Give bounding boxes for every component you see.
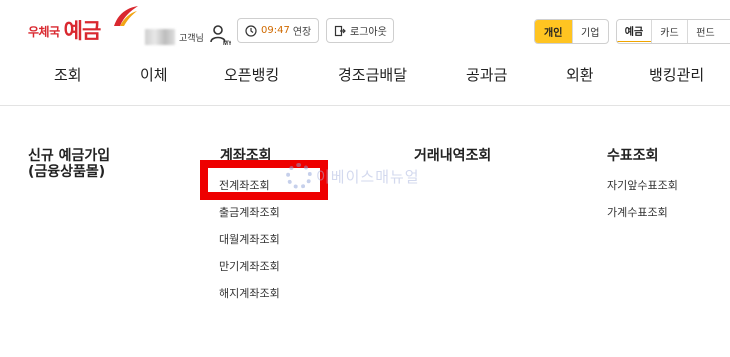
extend-label: 연장	[292, 27, 312, 38]
leaf-swoosh-icon	[114, 6, 138, 26]
brand-logo[interactable]: 우체국 예금	[28, 6, 138, 46]
watermark-ring-icon	[286, 163, 312, 189]
service-type-tabs: 예금 카드 펀드	[616, 19, 730, 44]
menu-link-personal-check[interactable]: 가계수표조회	[607, 204, 668, 220]
menu-title-product-mall[interactable]: (금융상품몰)	[28, 164, 105, 181]
session-time: 09:47	[261, 25, 290, 36]
toggle-business[interactable]: 기업	[571, 20, 609, 43]
logo-text-small: 우체국	[28, 25, 60, 39]
logout-label: 로그아웃	[350, 27, 387, 38]
logout-icon	[334, 25, 346, 36]
nav-item-inquiry[interactable]: 조회	[54, 64, 82, 85]
nav-item-foreign-exchange[interactable]: 외환	[566, 64, 594, 85]
menu-link-overdraft-accounts[interactable]: 대월계좌조회	[219, 231, 280, 247]
user-name-suffix: 고객님	[179, 34, 204, 44]
nav-item-condolence-delivery[interactable]: 경조금배달	[338, 64, 407, 85]
nav-item-utility-bills[interactable]: 공과금	[466, 64, 507, 85]
menu-link-closed-accounts[interactable]: 해지계좌조회	[219, 285, 280, 301]
top-bar: 우체국 예금 고객님 MY 09:47 연장 로그아웃 개인 기업 예금 카드	[0, 0, 730, 58]
toggle-personal[interactable]: 개인	[535, 20, 572, 43]
menu-link-cashiers-check[interactable]: 자기앞수표조회	[607, 177, 678, 193]
clock-icon	[245, 24, 257, 37]
main-nav: 조회 이체 오픈뱅킹 경조금배달 공과금 외환 뱅킹관리	[0, 58, 730, 106]
tab-deposit[interactable]: 예금	[617, 20, 652, 42]
nav-item-open-banking[interactable]: 오픈뱅킹	[224, 64, 279, 85]
menu-link-withdrawal-accounts[interactable]: 출금계좌조회	[219, 204, 280, 220]
tab-card[interactable]: 카드	[651, 20, 687, 43]
menu-title-new-deposit[interactable]: 신규 예금가입	[28, 148, 110, 165]
nav-item-banking-management[interactable]: 뱅킹관리	[649, 64, 704, 85]
tab-fund[interactable]: 펀드	[687, 20, 723, 43]
svg-text:MY: MY	[223, 41, 231, 46]
customer-type-toggle: 개인 기업	[534, 19, 609, 44]
watermark-text: 이베이스매뉴얼	[316, 167, 420, 186]
menu-link-matured-accounts[interactable]: 만기계좌조회	[219, 258, 280, 274]
user-my-icon[interactable]: MY	[209, 24, 231, 46]
nav-item-transfer[interactable]: 이체	[140, 64, 168, 85]
logo-text-big: 예금	[63, 19, 102, 43]
logout-button[interactable]: 로그아웃	[326, 18, 394, 43]
watermark: 이베이스매뉴얼	[286, 163, 420, 189]
session-extend-button[interactable]: 09:47 연장	[237, 18, 319, 43]
menu-title-transaction-history[interactable]: 거래내역조회	[414, 148, 491, 165]
menu-title-check-inquiry[interactable]: 수표조회	[607, 148, 659, 165]
user-name-masked	[145, 29, 175, 45]
